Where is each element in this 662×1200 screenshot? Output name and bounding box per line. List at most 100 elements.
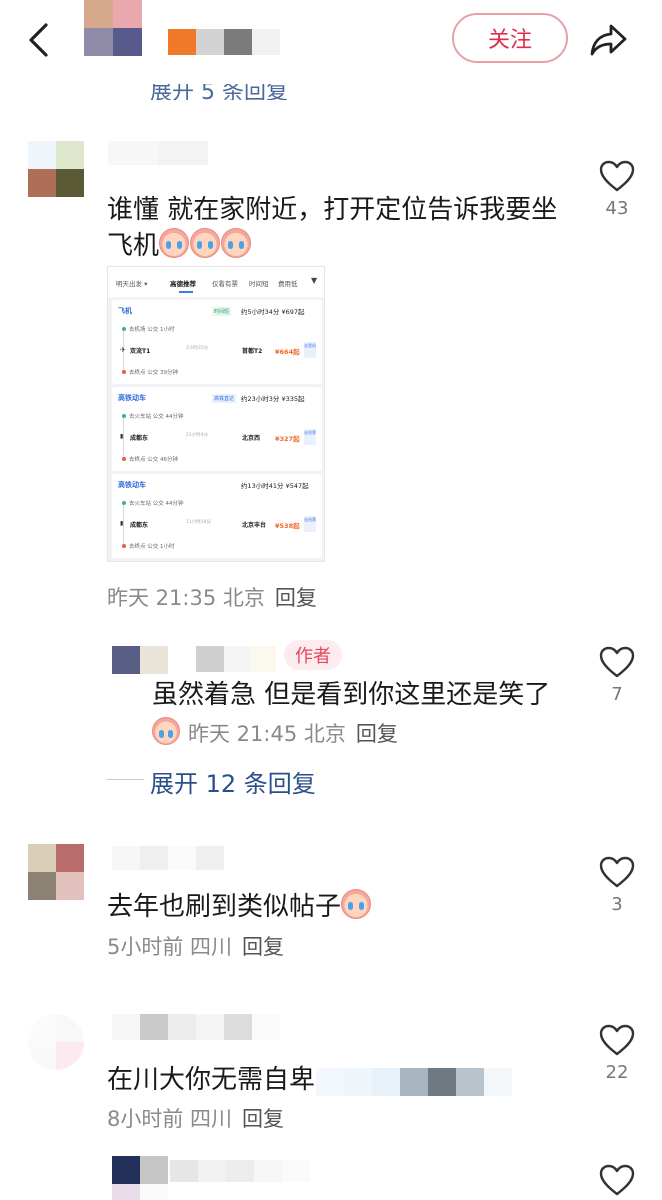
route-from: 成都东 bbox=[130, 435, 149, 442]
route-card: 高铁动车 约13小时41分 ¥547起 去火车站 公交 44分钟 ▮ 成都东 1… bbox=[112, 474, 322, 558]
reply-button[interactable]: 回复 bbox=[275, 586, 317, 610]
comment-meta: 昨天 21:35 北京 回复 bbox=[107, 582, 317, 612]
route-duration: 约23小时3分 ¥335起 bbox=[241, 395, 305, 403]
heart-icon bbox=[599, 646, 635, 678]
chevron-left-icon bbox=[29, 23, 48, 57]
route-time: 11小时28分 bbox=[186, 520, 211, 525]
back-button[interactable] bbox=[20, 20, 56, 60]
route-to: 首都T2 bbox=[242, 348, 263, 355]
crying-emoji-icon bbox=[341, 889, 372, 919]
route-title: 飞机 bbox=[118, 307, 132, 315]
route-leg-end: 去终点 公交 46分钟 bbox=[129, 457, 178, 463]
avatar[interactable] bbox=[28, 1014, 84, 1070]
username[interactable] bbox=[170, 1160, 310, 1182]
reply-button[interactable]: 回复 bbox=[242, 1107, 284, 1131]
heart-icon bbox=[599, 856, 635, 888]
heart-icon bbox=[599, 1164, 635, 1196]
route-time: 2小时35分 bbox=[186, 346, 209, 351]
route-duration: 约5小时34分 ¥697起 bbox=[241, 308, 305, 316]
route-time: 21小时4分 bbox=[186, 433, 209, 438]
redacted-text bbox=[316, 1068, 512, 1096]
crying-emoji-icon bbox=[190, 228, 221, 258]
avatar[interactable] bbox=[112, 1156, 168, 1200]
tab-recommended: 高德推荐 bbox=[170, 280, 196, 288]
like-button[interactable]: 7 bbox=[592, 646, 642, 705]
share-arrow-icon bbox=[590, 24, 627, 56]
comment-text: 去年也刷到类似帖子 bbox=[107, 889, 557, 925]
post-author-avatar[interactable] bbox=[84, 0, 142, 56]
route-title: 高铁动车 bbox=[118, 394, 146, 402]
comment-text: 谁懂 就在家附近，打开定位告诉我要坐飞机 bbox=[107, 195, 558, 261]
route-price: ¥538起 bbox=[275, 522, 300, 530]
comment-time-location: 昨天 21:35 北京 bbox=[107, 586, 265, 610]
comment-time-location: 昨天 21:45 北京 bbox=[188, 722, 346, 746]
like-count: 3 bbox=[611, 894, 623, 915]
reply-button[interactable]: 回复 bbox=[356, 722, 398, 746]
expand-divider bbox=[106, 779, 144, 780]
route-chip: 去抢票 bbox=[304, 429, 316, 445]
comment-text: 虽然着急 但是看到你这里还是笑了 bbox=[152, 680, 551, 710]
tab-shortest: 时间短 bbox=[249, 280, 269, 288]
username[interactable] bbox=[112, 846, 224, 870]
plane-icon: ✈ bbox=[120, 346, 126, 354]
heart-icon bbox=[599, 1024, 635, 1056]
tab-cheapest: 费用低 bbox=[278, 280, 298, 288]
route-tabs: 明天出发 ▾ 高德推荐 仅看有票 时间短 费用低 ▼ bbox=[108, 267, 324, 297]
route-card: 飞机 时间短 约5小时34分 ¥697起 去机场 公交 1小时 ✈ 双流T1 2… bbox=[112, 300, 322, 384]
like-button[interactable]: 3 bbox=[592, 856, 642, 915]
crying-emoji-icon bbox=[159, 228, 190, 258]
comment-time-location: 8小时前 四川 bbox=[107, 1107, 233, 1131]
route-leg-end: 去终点 公交 1小时 bbox=[129, 544, 175, 550]
follow-button[interactable]: 关注 bbox=[452, 13, 568, 63]
comment-meta: 5小时前 四川 回复 bbox=[107, 931, 284, 961]
route-from: 成都东 bbox=[130, 522, 149, 529]
route-to: 北京西 bbox=[242, 435, 261, 442]
route-leg-start: 去火车站 公交 44分钟 bbox=[129, 414, 184, 420]
username[interactable] bbox=[112, 1014, 280, 1040]
author-badge: 作者 bbox=[284, 640, 342, 670]
avatar[interactable] bbox=[28, 844, 84, 900]
post-author-name[interactable] bbox=[168, 29, 280, 55]
heart-icon bbox=[599, 160, 635, 192]
like-count: 7 bbox=[611, 684, 623, 705]
route-leg-start: 去火车站 公交 44分钟 bbox=[129, 501, 184, 507]
comment-meta: 8小时前 四川 回复 bbox=[107, 1103, 284, 1133]
route-leg-start: 去机场 公交 1小时 bbox=[129, 327, 175, 333]
route-tag: 高铁直达 bbox=[212, 394, 237, 403]
like-count: 43 bbox=[605, 198, 629, 219]
like-button[interactable]: 43 bbox=[592, 160, 642, 219]
reply-button[interactable]: 回复 bbox=[242, 935, 284, 959]
crying-emoji-icon bbox=[221, 228, 252, 258]
share-button[interactable] bbox=[586, 18, 632, 62]
crying-emoji-icon bbox=[152, 717, 180, 745]
route-tag: 时间短 bbox=[212, 307, 232, 316]
comment-time-location: 5小时前 四川 bbox=[107, 935, 233, 959]
route-to: 北京丰台 bbox=[242, 522, 267, 529]
top-bar: 关注 bbox=[0, 0, 662, 84]
route-leg-end: 去终点 公交 39分钟 bbox=[129, 370, 178, 376]
route-title: 高铁动车 bbox=[118, 481, 146, 489]
like-count: 22 bbox=[605, 1062, 629, 1083]
filter-icon: ▼ bbox=[311, 276, 318, 285]
avatar[interactable] bbox=[28, 141, 84, 197]
username[interactable] bbox=[196, 646, 276, 672]
route-from: 双流T1 bbox=[130, 348, 151, 355]
train-icon: ▮ bbox=[120, 520, 124, 527]
route-price: ¥664起 bbox=[275, 348, 300, 356]
avatar[interactable] bbox=[112, 646, 168, 674]
train-icon: ▮ bbox=[120, 433, 124, 440]
route-card: 高铁动车 高铁直达 约23小时3分 ¥335起 去火车站 公交 44分钟 ▮ 成… bbox=[112, 387, 322, 471]
tab-depart: 明天出发 ▾ bbox=[116, 280, 148, 288]
tab-tickets: 仅看有票 bbox=[212, 280, 238, 288]
like-button[interactable]: 22 bbox=[592, 1024, 642, 1083]
route-chip: 去抢票 bbox=[304, 516, 316, 532]
comment-meta: 昨天 21:45 北京 回复 bbox=[152, 717, 398, 748]
comment-image-route-screenshot[interactable]: 明天出发 ▾ 高德推荐 仅看有票 时间短 费用低 ▼ 飞机 时间短 约5小时34… bbox=[107, 266, 325, 562]
tab-underline bbox=[179, 291, 193, 293]
like-button[interactable] bbox=[592, 1164, 642, 1196]
route-price: ¥327起 bbox=[275, 435, 300, 443]
route-duration: 约13小时41分 ¥547起 bbox=[241, 482, 309, 490]
expand-replies-button[interactable]: 展开 12 条回复 bbox=[150, 764, 316, 799]
route-chip: 去登机 bbox=[304, 342, 316, 358]
username[interactable] bbox=[108, 141, 208, 165]
